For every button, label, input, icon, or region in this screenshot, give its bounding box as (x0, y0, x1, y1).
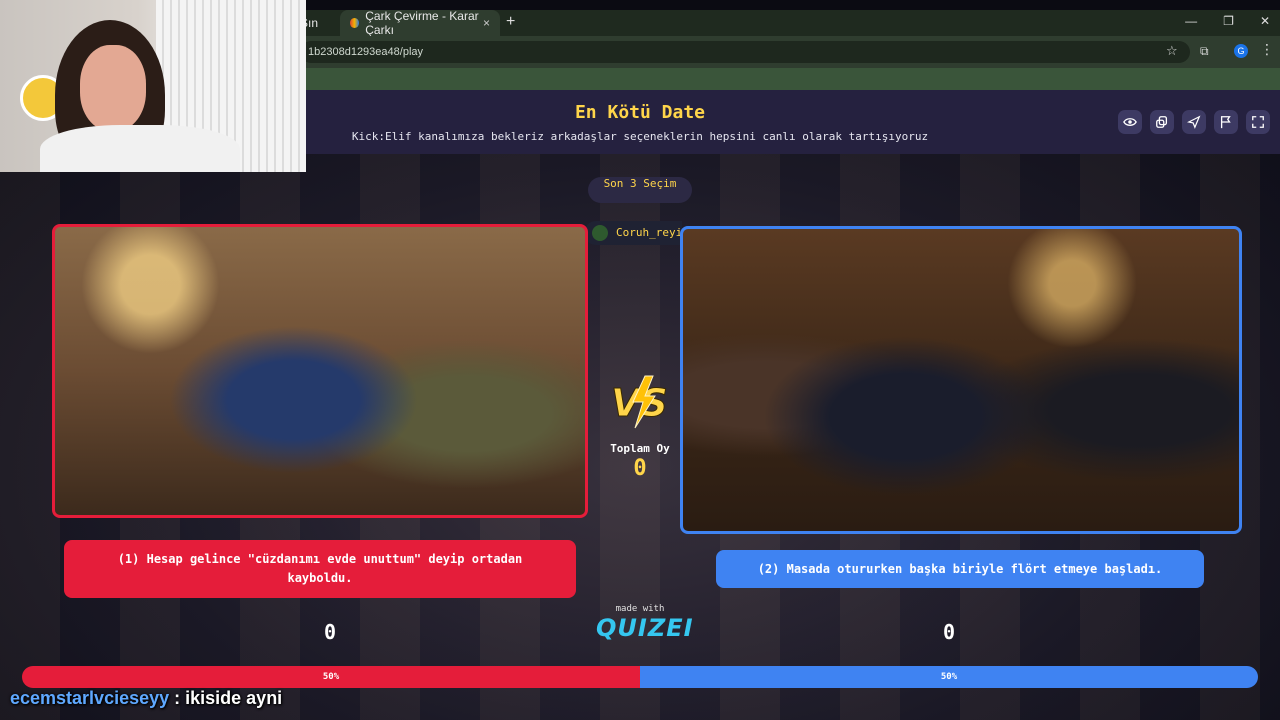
new-tab-button[interactable]: + (506, 13, 515, 31)
copy-icon[interactable] (1150, 110, 1174, 134)
browser-tab-active[interactable]: Çark Çevirme - Karar Çarkı × (340, 9, 500, 37)
wheel-favicon-icon (350, 18, 360, 28)
flag-icon[interactable] (1214, 110, 1238, 134)
minimize-button[interactable]: — (1185, 14, 1197, 28)
header-actions (1118, 110, 1270, 134)
tab-label: Çark Çevirme - Karar Çarkı (365, 9, 479, 37)
browser-menu-icon[interactable]: ⋮ (1260, 42, 1274, 58)
fullscreen-icon[interactable] (1246, 110, 1270, 134)
close-window-button[interactable]: ✕ (1260, 14, 1270, 28)
option-2-score: 0 (942, 620, 956, 644)
quiz-app: En Kötü Date Kick:Elif kanalımıza bekler… (0, 90, 1280, 720)
chat-username: ecemstarlvcieseyy (10, 688, 170, 708)
eye-icon[interactable] (1118, 110, 1142, 134)
option-2-percent-bar: 50% (640, 666, 1258, 688)
recent-user-chip: Coruh_reyis (584, 221, 682, 245)
window-controls: — ❐ ✕ (1185, 14, 1270, 28)
browser-tab[interactable]: Sın (300, 10, 340, 36)
avatar (592, 225, 608, 241)
total-votes-label: Toplam Oy (610, 442, 670, 455)
vs-icon: VS (611, 375, 668, 429)
made-with-label: made with (615, 604, 665, 614)
option-1-text: (1) Hesap gelince "cüzdanımı evde unuttu… (117, 552, 523, 585)
option-2-button[interactable]: (2) Masada otururken başka biriyle flört… (716, 550, 1204, 588)
chat-message: ecemstarlvcieseyy : ikiside ayni (10, 688, 282, 709)
streamer-shirt (40, 125, 240, 172)
restore-button[interactable]: ❐ (1223, 14, 1234, 28)
streamer-face (80, 45, 146, 131)
webcam-overlay (0, 0, 306, 172)
option-2-image[interactable] (680, 226, 1242, 534)
recent-user-name: Coruh_reyis (616, 226, 682, 239)
extensions-icon[interactable]: ⧉ (1200, 44, 1209, 59)
bookmark-star-icon[interactable]: ☆ (1166, 44, 1178, 59)
chat-text: : ikiside ayni (169, 688, 283, 708)
quizei-logo[interactable]: QUIZEI (596, 614, 693, 642)
total-votes-value: 0 (633, 456, 647, 481)
option-1-image[interactable] (52, 224, 588, 518)
option-1-button[interactable]: (1) Hesap gelince "cüzdanımı evde unuttu… (64, 540, 576, 598)
option-1-percent-bar: 50% (22, 666, 640, 688)
option-1-score: 0 (323, 620, 337, 644)
close-tab-icon[interactable]: × (483, 16, 490, 30)
profile-avatar[interactable]: G (1234, 44, 1248, 58)
recent-choices-button[interactable]: Son 3 Seçim (588, 177, 692, 203)
option-2-text: (2) Masada otururken başka biriyle flört… (757, 561, 1163, 576)
send-icon[interactable] (1182, 110, 1206, 134)
url-field[interactable]: 1b2308d1293ea48/play (300, 41, 1190, 63)
